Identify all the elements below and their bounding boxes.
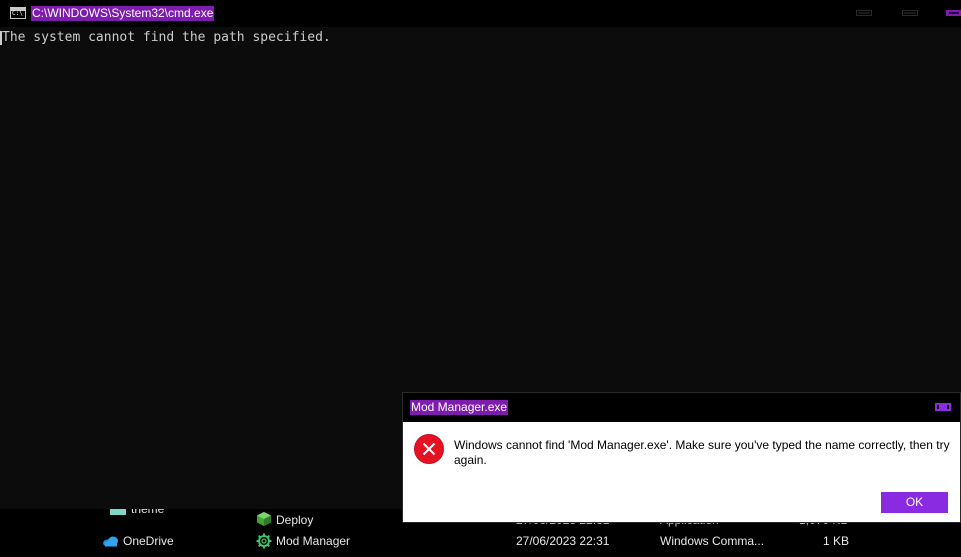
cmd-app-icon[interactable]: C:\ bbox=[10, 7, 26, 19]
dialog-message: Windows cannot find 'Mod Manager.exe'. M… bbox=[454, 438, 950, 467]
close-icon[interactable] bbox=[946, 10, 961, 16]
error-dialog[interactable]: Mod Manager.exe Windows cannot find 'Mod… bbox=[402, 392, 961, 523]
minimize-icon[interactable] bbox=[856, 10, 872, 16]
onedrive-icon bbox=[103, 536, 118, 547]
console-output: The system cannot find the path specifie… bbox=[2, 30, 331, 45]
cmd-icon-text: C:\ bbox=[12, 10, 23, 17]
file-name[interactable]: Mod Manager bbox=[276, 534, 350, 548]
cube-icon bbox=[257, 512, 271, 526]
maximize-icon[interactable] bbox=[902, 10, 918, 16]
dialog-title: Mod Manager.exe bbox=[410, 400, 509, 415]
file-row[interactable]: OneDrive Mod Manager 27/06/2023 22:31 Wi… bbox=[0, 531, 961, 552]
cmd-titlebar[interactable]: C:\ C:\WINDOWS\System32\cmd.exe bbox=[0, 0, 961, 27]
file-size: 1 KB bbox=[823, 534, 850, 548]
error-icon bbox=[414, 434, 444, 464]
gear-icon bbox=[256, 533, 272, 549]
ok-button[interactable]: OK bbox=[881, 492, 948, 513]
nav-item-label[interactable]: OneDrive bbox=[123, 534, 174, 548]
file-date: 27/06/2023 22:31 bbox=[516, 534, 610, 548]
cmd-window-title: C:\WINDOWS\System32\cmd.exe bbox=[31, 6, 215, 21]
dialog-titlebar[interactable]: Mod Manager.exe bbox=[403, 393, 960, 422]
file-type: Windows Comma... bbox=[660, 534, 765, 548]
file-name[interactable]: Deploy bbox=[276, 513, 313, 527]
close-icon[interactable] bbox=[935, 403, 951, 411]
